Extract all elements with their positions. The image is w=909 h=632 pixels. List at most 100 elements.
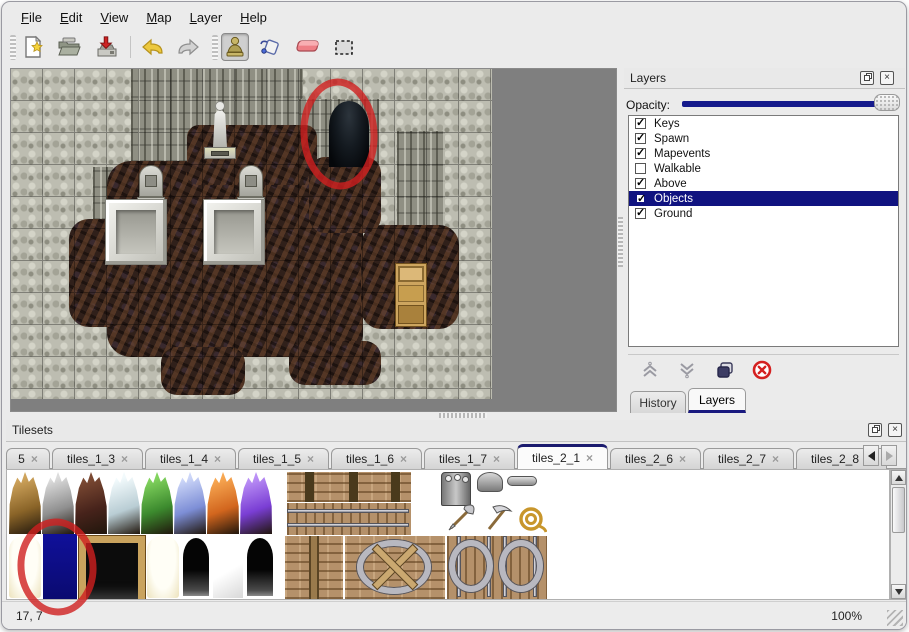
undo-button[interactable]: [139, 33, 167, 61]
tab-layers[interactable]: Layers: [688, 388, 746, 413]
menu-view[interactable]: View: [91, 6, 137, 29]
tile-cave-mouth-2[interactable]: [245, 536, 275, 598]
scrollbar-thumb[interactable]: [892, 487, 905, 533]
fill-tool-button[interactable]: [257, 33, 285, 61]
tile-metal-bowl[interactable]: [477, 472, 503, 492]
close-panel-icon[interactable]: ×: [880, 71, 894, 85]
toolbar-drag-grip-2[interactable]: [212, 35, 218, 60]
float-panel-icon[interactable]: [868, 423, 882, 437]
tab-scroll-right-button[interactable]: [881, 445, 897, 466]
opacity-slider-track[interactable]: [682, 101, 898, 107]
stamp-tool-button[interactable]: [221, 33, 249, 61]
tile-ice-crystal[interactable]: [108, 472, 140, 534]
tile-rail-turntable[interactable]: [345, 536, 445, 599]
tile-silver-crystal[interactable]: [42, 472, 74, 534]
tile-white-arch-2[interactable]: [147, 536, 179, 598]
tile-barrel-of-skulls[interactable]: [441, 472, 471, 506]
tile-rope-coil[interactable]: [515, 504, 547, 534]
map-canvas[interactable]: [11, 69, 492, 399]
layer-row-above[interactable]: ✓Above: [629, 176, 898, 191]
layer-visibility-checkbox[interactable]: ✓: [635, 178, 646, 189]
tile-green-crystal[interactable]: [141, 472, 173, 534]
tileset-canvas[interactable]: [6, 469, 890, 600]
tile-pickaxe[interactable]: [481, 501, 515, 534]
redo-button[interactable]: [174, 33, 202, 61]
tile-plank-grid[interactable]: [285, 536, 343, 599]
toolbar-drag-grip[interactable]: [10, 35, 16, 60]
select-tool-button[interactable]: [330, 33, 358, 61]
tab-close-icon[interactable]: ×: [214, 452, 221, 466]
menu-help[interactable]: Help: [231, 6, 276, 29]
tab-close-icon[interactable]: ×: [586, 451, 593, 465]
save-file-button[interactable]: [93, 33, 121, 61]
layer-row-mapevents[interactable]: ✓Mapevents: [629, 146, 898, 161]
move-layer-up-button[interactable]: [637, 358, 663, 382]
layer-row-spawn[interactable]: ✓Spawn: [629, 131, 898, 146]
tile-white-arch[interactable]: [9, 536, 41, 598]
tileset-tab-tiles_2_6[interactable]: tiles_2_6×: [610, 448, 701, 469]
scroll-up-button[interactable]: [891, 470, 906, 485]
layer-row-ground[interactable]: ✓Ground: [629, 206, 898, 221]
open-file-button[interactable]: [55, 33, 83, 61]
tab-history[interactable]: History: [630, 391, 686, 413]
tile-door-frame[interactable]: [79, 536, 145, 599]
tileset-tab-5[interactable]: 5×: [6, 448, 50, 469]
tab-close-icon[interactable]: ×: [493, 452, 500, 466]
layer-row-objects[interactable]: ✓Objects: [629, 191, 898, 206]
tileset-tab-tiles_1_4[interactable]: tiles_1_4×: [145, 448, 236, 469]
scroll-down-button[interactable]: [891, 584, 906, 599]
statue-head: [215, 101, 225, 111]
opacity-slider-handle[interactable]: [874, 94, 900, 111]
duplicate-layer-button[interactable]: [712, 358, 738, 382]
new-file-button[interactable]: [19, 33, 47, 61]
tile-blue-crystal[interactable]: [174, 472, 206, 534]
float-panel-icon[interactable]: [860, 71, 874, 85]
tile-shovel[interactable]: [445, 502, 477, 534]
tile-cave-dark-selected[interactable]: [43, 534, 77, 599]
menu-map[interactable]: Map: [137, 6, 180, 29]
tileset-tab-tiles_1_7[interactable]: tiles_1_7×: [424, 448, 515, 469]
tile-wood-beams[interactable]: [287, 472, 411, 502]
tileset-tab-tiles_2_7[interactable]: tiles_2_7×: [703, 448, 794, 469]
tile-orange-crystal[interactable]: [207, 472, 239, 534]
layers-panel: Layers × Opacity: ✓Keys✓Spawn✓MapeventsW…: [624, 68, 905, 414]
tile-purple-crystal[interactable]: [240, 472, 272, 534]
menu-file[interactable]: File: [12, 6, 51, 29]
tab-close-icon[interactable]: ×: [400, 452, 407, 466]
tileset-tab-tiles_1_3[interactable]: tiles_1_3×: [52, 448, 143, 469]
layer-visibility-checkbox[interactable]: ✓: [635, 148, 646, 159]
tileset-tab-tiles_1_5[interactable]: tiles_1_5×: [238, 448, 329, 469]
window-resize-grip[interactable]: [887, 610, 903, 626]
tab-close-icon[interactable]: ×: [679, 452, 686, 466]
layer-row-keys[interactable]: ✓Keys: [629, 116, 898, 131]
tile-rail-crossings[interactable]: [447, 536, 547, 599]
eraser-tool-button[interactable]: [293, 33, 321, 61]
layer-visibility-checkbox[interactable]: ✓: [635, 193, 646, 204]
tab-scroll-left-button[interactable]: [863, 445, 879, 466]
tab-close-icon[interactable]: ×: [307, 452, 314, 466]
tile-white[interactable]: [213, 536, 243, 598]
menu-edit[interactable]: Edit: [51, 6, 91, 29]
layer-visibility-checkbox[interactable]: [635, 163, 646, 174]
horizontal-splitter-grip[interactable]: [439, 413, 487, 418]
close-panel-icon[interactable]: ×: [888, 423, 902, 437]
tile-rail-straight[interactable]: [287, 503, 411, 535]
layer-visibility-checkbox[interactable]: ✓: [635, 133, 646, 144]
tab-close-icon[interactable]: ×: [121, 452, 128, 466]
delete-layer-button[interactable]: [749, 358, 775, 382]
move-layer-down-button[interactable]: [674, 358, 700, 382]
layer-visibility-checkbox[interactable]: ✓: [635, 208, 646, 219]
layer-row-walkable[interactable]: Walkable: [629, 161, 898, 176]
vertical-splitter-grip[interactable]: [618, 217, 623, 267]
tileset-tab-tiles_2_1[interactable]: tiles_2_1×: [517, 444, 608, 469]
tile-cave-mouth[interactable]: [181, 536, 211, 598]
tile-metal-pipe[interactable]: [507, 476, 537, 486]
tile-gold-crystal[interactable]: [9, 472, 41, 534]
tileset-tab-tiles_1_6[interactable]: tiles_1_6×: [331, 448, 422, 469]
layer-visibility-checkbox[interactable]: ✓: [635, 118, 646, 129]
tab-layers-label: Layers: [699, 393, 735, 407]
menu-layer[interactable]: Layer: [181, 6, 232, 29]
tab-close-icon[interactable]: ×: [772, 452, 779, 466]
tile-dark-red-crystal[interactable]: [75, 472, 107, 534]
tab-close-icon[interactable]: ×: [31, 452, 38, 466]
